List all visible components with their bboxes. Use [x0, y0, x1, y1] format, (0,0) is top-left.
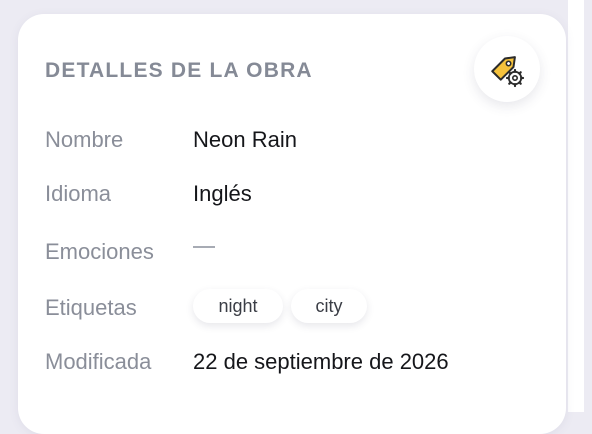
tag-settings-button[interactable]	[474, 36, 540, 102]
tag-chip-city[interactable]: city	[291, 289, 367, 323]
details-card: DETALLES DE LA OBRA Nombre Neon Rain Idi…	[18, 14, 566, 434]
tag-settings-icon	[491, 56, 525, 88]
language-value: Inglés	[193, 181, 252, 206]
scrollbar-track	[568, 0, 584, 412]
emotions-label: Emociones	[45, 239, 154, 264]
name-value: Neon Rain	[193, 127, 297, 152]
tag-chip-night[interactable]: night	[193, 289, 283, 323]
modified-value: 22 de septiembre de 2026	[193, 349, 449, 374]
modified-label: Modificada	[45, 349, 152, 374]
emotions-empty-dash	[193, 246, 215, 248]
language-label: Idioma	[45, 181, 112, 206]
tags-label: Etiquetas	[45, 295, 137, 320]
card-title: DETALLES DE LA OBRA	[45, 59, 313, 82]
name-label: Nombre	[45, 127, 124, 152]
